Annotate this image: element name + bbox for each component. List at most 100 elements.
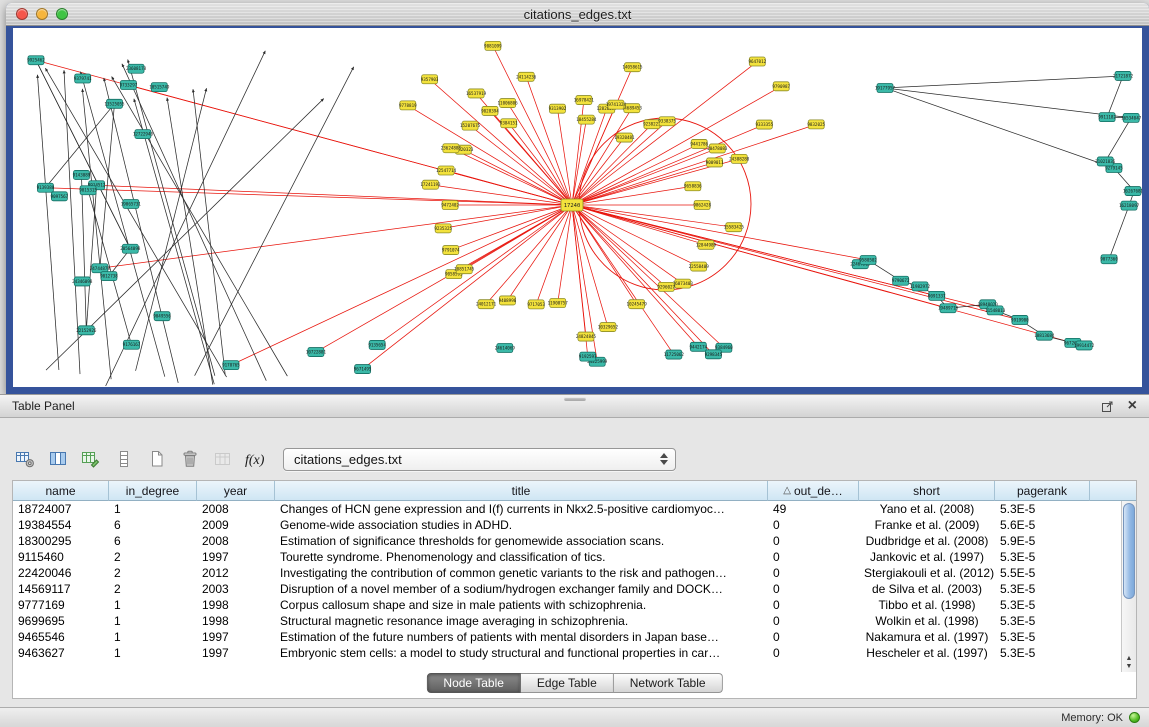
graph-node[interactable]: 10329652 — [598, 323, 619, 332]
graph-node[interactable]: 9333355 — [756, 120, 774, 129]
graph-node[interactable]: 10722881 — [306, 348, 327, 357]
column-header-pagerank[interactable]: pagerank — [995, 481, 1090, 501]
graph-node[interactable]: 9472402 — [441, 201, 459, 210]
table-row[interactable]: 946362711997Embryonic stem cells: a mode… — [13, 645, 1136, 661]
graph-node[interactable]: 9790672 — [892, 276, 910, 285]
graph-node[interactable]: 9925462 — [27, 56, 45, 65]
graph-node[interactable]: 19320481 — [614, 133, 635, 142]
graph-node[interactable]: 17240 — [561, 199, 583, 211]
graph-node[interactable]: 9077360 — [1100, 255, 1118, 264]
graph-node[interactable]: 16978421 — [574, 96, 595, 105]
graph-node[interactable]: 24346098 — [72, 277, 93, 286]
graph-node[interactable]: 9911182 — [1098, 113, 1116, 122]
graph-node[interactable]: 15207675 — [460, 121, 481, 130]
graph-node[interactable]: 21721872 — [1113, 71, 1134, 80]
graph-node[interactable]: 14058615 — [622, 63, 643, 72]
graph-node[interactable]: 11982972 — [910, 282, 931, 291]
table-row[interactable]: 977716911998Corpus callosum shape and si… — [13, 597, 1136, 613]
graph-node[interactable]: 9379741 — [74, 74, 92, 83]
graph-node[interactable]: 9919900 — [1011, 315, 1029, 324]
graph-node[interactable]: 21021836 — [1095, 157, 1116, 166]
graph-node[interactable]: 9791074 — [442, 246, 460, 255]
graph-node[interactable]: 9139380 — [37, 183, 55, 192]
graph-node[interactable]: 16537919 — [466, 89, 487, 98]
scroll-down-icon[interactable]: ▼ — [1126, 663, 1133, 670]
graph-node[interactable]: 10851745 — [454, 265, 475, 274]
table-row[interactable]: 969969511998Structural magnetic resonanc… — [13, 613, 1136, 629]
window-titlebar[interactable]: citations_edges.txt — [6, 3, 1149, 26]
graph-node[interactable]: 9192597 — [579, 352, 597, 361]
graph-node[interactable]: 9028394 — [481, 106, 499, 115]
graph-node[interactable]: 10245479 — [627, 300, 648, 309]
graph-node[interactable]: 9671495 — [354, 365, 372, 374]
scroll-up-icon[interactable]: ▲ — [1126, 655, 1133, 662]
graph-node[interactable]: 9296027 — [657, 282, 675, 291]
graph-node[interactable]: 9176167 — [123, 340, 141, 349]
graph-node[interactable]: 9009011 — [706, 158, 724, 167]
graph-node[interactable]: 9733297 — [120, 80, 138, 89]
table-row[interactable]: 946554611997Estimation of the future num… — [13, 629, 1136, 645]
graph-node[interactable]: 22152926 — [76, 326, 97, 335]
row-options-button[interactable] — [111, 447, 137, 471]
graph-node[interactable]: 18455284 — [576, 115, 597, 124]
graph-node[interactable]: 9338375 — [658, 117, 676, 126]
graph-node[interactable]: 16218097 — [1119, 201, 1140, 210]
table-mode-button[interactable] — [12, 447, 38, 471]
graph-node[interactable]: 11548010 — [985, 306, 1006, 315]
graph-node[interactable]: 9178765 — [222, 361, 240, 370]
graph-node[interactable]: 9862428 — [693, 201, 711, 210]
graph-node[interactable]: 16267681 — [1123, 187, 1142, 196]
graph-node[interactable]: 11725062 — [664, 350, 685, 359]
graph-node[interactable]: 22558409 — [689, 262, 710, 271]
table-row[interactable]: 1938455462009Genome-wide association stu… — [13, 517, 1136, 533]
graph-node[interactable]: 9441786 — [690, 139, 708, 148]
graph-node[interactable]: 9091337 — [928, 291, 946, 300]
graph-node[interactable]: 9384151 — [500, 119, 518, 128]
table-scrollbar[interactable]: ▲ ▼ — [1121, 501, 1136, 672]
table-row[interactable]: 1830029562008Estimation of significance … — [13, 533, 1136, 549]
table-row[interactable]: 911546021997Tourette syndrome. Phenomeno… — [13, 549, 1136, 565]
show-columns-button[interactable] — [45, 447, 71, 471]
graph-node[interactable]: 19489710 — [938, 304, 959, 313]
graph-node[interactable]: 24824845 — [576, 332, 597, 341]
graph-node[interactable]: 9790987 — [772, 82, 790, 91]
column-header-name[interactable]: name — [13, 481, 109, 501]
scrollbar-thumb[interactable] — [1123, 503, 1135, 599]
graph-node[interactable]: 15583425 — [724, 223, 745, 232]
graph-node[interactable]: 17241193 — [420, 180, 441, 189]
graph-node[interactable]: 9049556 — [153, 312, 171, 321]
delete-column-button[interactable] — [177, 447, 203, 471]
table-selector[interactable]: citations_edges.txt — [283, 448, 676, 471]
float-panel-icon[interactable] — [1101, 400, 1114, 413]
graph-node[interactable]: 16534047 — [1121, 113, 1142, 122]
graph-node[interactable]: 23608178 — [126, 64, 147, 73]
graph-node[interactable]: 24614069 — [495, 344, 516, 353]
graph-node[interactable]: 19741324 — [606, 100, 627, 109]
graph-node[interactable]: 9580502 — [859, 256, 877, 265]
graph-node[interactable]: 9442174 — [689, 342, 707, 351]
graph-node[interactable]: 9015315 — [79, 186, 97, 195]
graph-node[interactable]: 13525055 — [104, 99, 125, 108]
graph-node[interactable]: 16073403 — [673, 279, 694, 288]
tab-node-table[interactable]: Node Table — [426, 673, 521, 693]
graph-node[interactable]: 12844989 — [696, 240, 717, 249]
graph-node[interactable]: 24388288 — [729, 154, 750, 163]
close-panel-icon[interactable]: × — [1128, 398, 1137, 414]
graph-node[interactable]: 9647012 — [748, 57, 766, 66]
tab-network-table[interactable]: Network Table — [614, 673, 723, 693]
graph-node[interactable]: 9357903 — [421, 75, 439, 84]
graph-node[interactable]: 9235325 — [434, 224, 452, 233]
graph-node[interactable]: 9081099 — [484, 41, 502, 50]
table-row[interactable]: 2242004622012Investigating the contribut… — [13, 565, 1136, 581]
graph-node[interactable]: 24012171 — [476, 300, 497, 309]
column-header-out_de[interactable]: △out_de… — [768, 481, 859, 501]
function-builder-button[interactable]: f(x) — [243, 447, 269, 471]
graph-node[interactable]: 9097567 — [51, 192, 69, 201]
graph-node[interactable]: 9298345 — [705, 350, 723, 359]
graph-node[interactable]: 9135654 — [368, 340, 386, 349]
tab-edge-table[interactable]: Edge Table — [521, 673, 614, 693]
graph-node[interactable]: 9408996 — [499, 296, 517, 305]
graph-node[interactable]: 20564098 — [120, 244, 141, 253]
graph-node[interactable]: 12722940 — [133, 130, 154, 139]
column-header-year[interactable]: year — [197, 481, 275, 501]
